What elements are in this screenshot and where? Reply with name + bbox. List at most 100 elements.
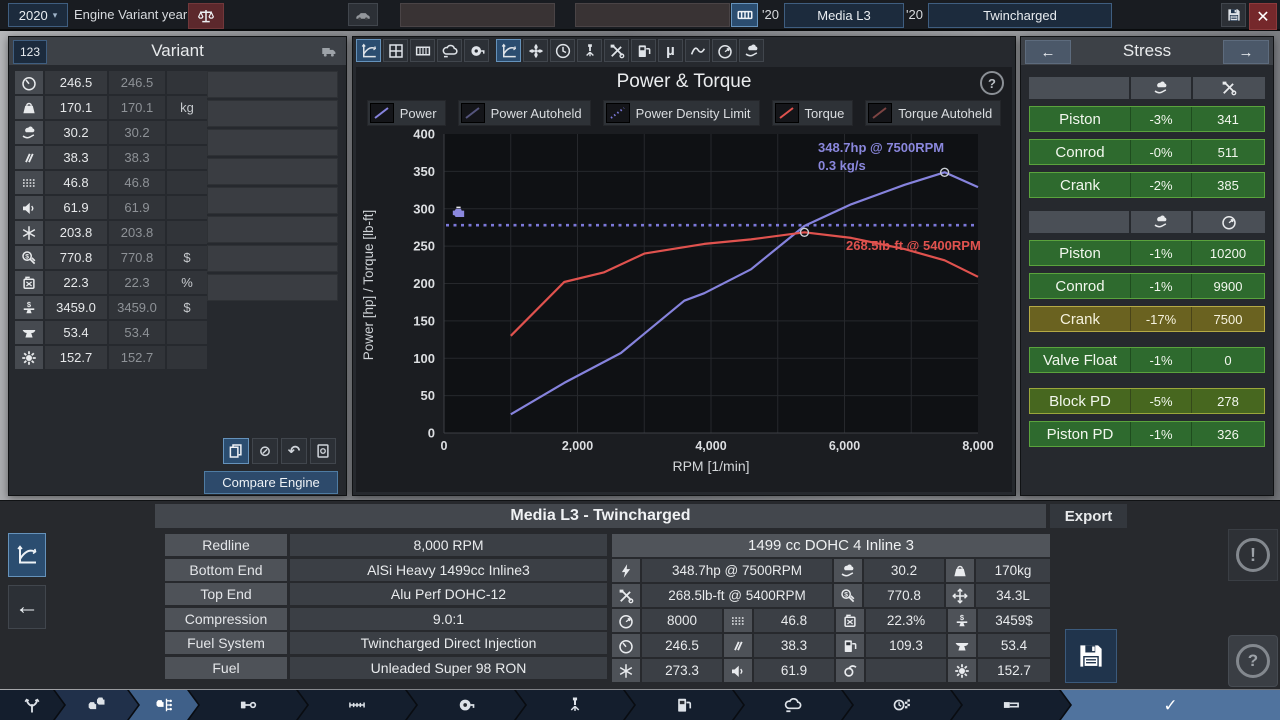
undo-button[interactable]: ↶ bbox=[281, 438, 307, 464]
variant-stat-row: 770.8770.8$ bbox=[15, 246, 207, 269]
nav-aspiration[interactable] bbox=[407, 690, 525, 720]
legend-item-torque[interactable]: Torque bbox=[772, 100, 854, 126]
compare-engine-button[interactable]: Compare Engine bbox=[204, 471, 338, 494]
engine-block-view[interactable] bbox=[383, 39, 408, 62]
cylinder-head-view[interactable] bbox=[410, 39, 435, 62]
legend-item-power[interactable]: Power bbox=[367, 100, 446, 126]
cooling-graph[interactable] bbox=[523, 39, 548, 62]
clone-button[interactable] bbox=[310, 438, 336, 464]
variant-year-badge: '20 bbox=[906, 3, 923, 25]
graph-summary-button[interactable] bbox=[8, 533, 46, 577]
spec-row-fuel-system: Fuel SystemTwincharged Direct Injection bbox=[165, 632, 607, 654]
matdollar-cell bbox=[15, 296, 43, 319]
stress-row-block-pd[interactable]: Block PD-5%278 bbox=[1029, 388, 1265, 414]
nav-engine-variant[interactable] bbox=[129, 690, 198, 720]
stat-unit bbox=[167, 196, 207, 219]
help-button[interactable]: ? bbox=[1228, 635, 1278, 687]
stress-part-label: Conrod bbox=[1030, 274, 1130, 298]
stress-graph[interactable] bbox=[604, 39, 629, 62]
wrenchdollar-icon bbox=[20, 249, 38, 267]
stress-row-crank[interactable]: Crank-2%385 bbox=[1029, 172, 1265, 198]
flake-cell bbox=[15, 221, 43, 244]
bolt-cell bbox=[612, 559, 640, 582]
tab-engine-variant[interactable]: Twincharged bbox=[928, 3, 1112, 28]
stat-unit bbox=[167, 71, 207, 94]
gearwrench-icon bbox=[20, 349, 38, 367]
stress-row-piston[interactable]: Piston-3%341 bbox=[1029, 106, 1265, 132]
nav-design[interactable] bbox=[952, 690, 1070, 720]
graphs-view[interactable] bbox=[356, 39, 381, 62]
back-button[interactable]: ← bbox=[8, 585, 46, 629]
resp-icon bbox=[729, 637, 747, 655]
svg-text:100: 100 bbox=[413, 351, 435, 366]
compare-scales-button[interactable] bbox=[188, 3, 224, 29]
legend-item-power-dim[interactable]: Power Autoheld bbox=[458, 100, 591, 126]
nav-top-end[interactable] bbox=[298, 690, 416, 720]
power-torque-graph[interactable] bbox=[496, 39, 521, 62]
nav-drivetrain[interactable] bbox=[0, 690, 64, 720]
rpm-graph[interactable] bbox=[712, 39, 737, 62]
stat-value: 109.3 bbox=[866, 634, 946, 657]
stress-row-piston[interactable]: Piston-1%10200 bbox=[1029, 240, 1265, 266]
stress-row-valve-float[interactable]: Valve Float-1%0 bbox=[1029, 347, 1265, 373]
economy-graph[interactable] bbox=[739, 39, 764, 62]
smooth-icon bbox=[20, 174, 38, 192]
stress-part-label: Block PD bbox=[1030, 389, 1130, 413]
exhaust-view[interactable] bbox=[437, 39, 462, 62]
stress-row-piston-pd[interactable]: Piston PD-1%326 bbox=[1029, 421, 1265, 447]
stat-unit: $ bbox=[167, 296, 207, 319]
export-button[interactable]: Export bbox=[1050, 504, 1127, 528]
stress-row-conrod[interactable]: Conrod-0%511 bbox=[1029, 139, 1265, 165]
save-icon bbox=[1225, 6, 1243, 24]
car-mode-button[interactable] bbox=[348, 3, 378, 26]
save-engine-button[interactable] bbox=[1065, 629, 1117, 683]
engine-mode-button[interactable] bbox=[731, 3, 758, 27]
next-panel-button[interactable]: → bbox=[1223, 40, 1269, 64]
stat-value-compare: 770.8 bbox=[109, 246, 165, 269]
spec-value: AlSi Heavy 1499cc Inline3 bbox=[290, 559, 607, 581]
nav-testing[interactable] bbox=[843, 690, 961, 720]
close-button[interactable]: ✕ bbox=[1249, 3, 1277, 30]
nav-fuel-system[interactable] bbox=[516, 690, 634, 720]
friction-graph[interactable]: µ bbox=[658, 39, 683, 62]
nav-exhaust[interactable] bbox=[734, 690, 852, 720]
stress-row-conrod[interactable]: Conrod-1%9900 bbox=[1029, 273, 1265, 299]
variant-year-value: 2020 bbox=[19, 8, 48, 23]
dyno-graph[interactable] bbox=[550, 39, 575, 62]
torque-curve-graph[interactable] bbox=[685, 39, 710, 62]
svg-text:348.7hp @ 7500RPM: 348.7hp @ 7500RPM bbox=[818, 140, 944, 155]
econ-icon bbox=[20, 124, 38, 142]
numbers-toggle-button[interactable]: 123 bbox=[13, 40, 47, 64]
nav-fuel[interactable] bbox=[625, 690, 743, 720]
nav-confirm[interactable]: ✓ bbox=[1061, 690, 1280, 720]
discard-button[interactable]: ⊘ bbox=[252, 438, 278, 464]
warning-icon: ! bbox=[1236, 538, 1270, 572]
econ-cell bbox=[15, 121, 43, 144]
variant-year-dropdown[interactable]: 2020 ▾ bbox=[8, 3, 68, 27]
save-layout-button[interactable] bbox=[1221, 3, 1246, 27]
tab-engine-family[interactable]: Media L3 bbox=[784, 3, 904, 28]
copy-variant-button[interactable] bbox=[223, 438, 249, 464]
empty-slot bbox=[207, 158, 338, 185]
warning-button[interactable]: ! bbox=[1228, 529, 1278, 581]
legend-item-limit[interactable]: Power Density Limit bbox=[603, 100, 760, 126]
nav-bottom-end[interactable] bbox=[189, 690, 307, 720]
stress-percent: -3% bbox=[1130, 107, 1191, 131]
stats-row: 348.7hp @ 7500RPM30.2170kg bbox=[612, 559, 1050, 582]
weight-cell bbox=[15, 96, 43, 119]
stress-row-crank[interactable]: Crank-17%7500 bbox=[1029, 306, 1265, 332]
chart-title: Power & Torque bbox=[356, 71, 1012, 93]
turbo-view[interactable] bbox=[464, 39, 489, 62]
stat-value: 170.1 bbox=[45, 96, 107, 119]
help-icon[interactable]: ? bbox=[980, 71, 1004, 95]
ignition-graph[interactable] bbox=[577, 39, 602, 62]
fuel-graph[interactable] bbox=[631, 39, 656, 62]
stat-value-compare: 170.1 bbox=[109, 96, 165, 119]
car-trim-field[interactable] bbox=[575, 3, 730, 27]
nav-engine-family[interactable] bbox=[55, 690, 138, 720]
prev-panel-button[interactable]: ← bbox=[1025, 40, 1071, 64]
car-model-field[interactable] bbox=[400, 3, 555, 27]
variant-stat-row: 38.338.3 bbox=[15, 146, 207, 169]
size-icon bbox=[951, 587, 969, 605]
legend-item-torque-dim[interactable]: Torque Autoheld bbox=[865, 100, 1001, 126]
